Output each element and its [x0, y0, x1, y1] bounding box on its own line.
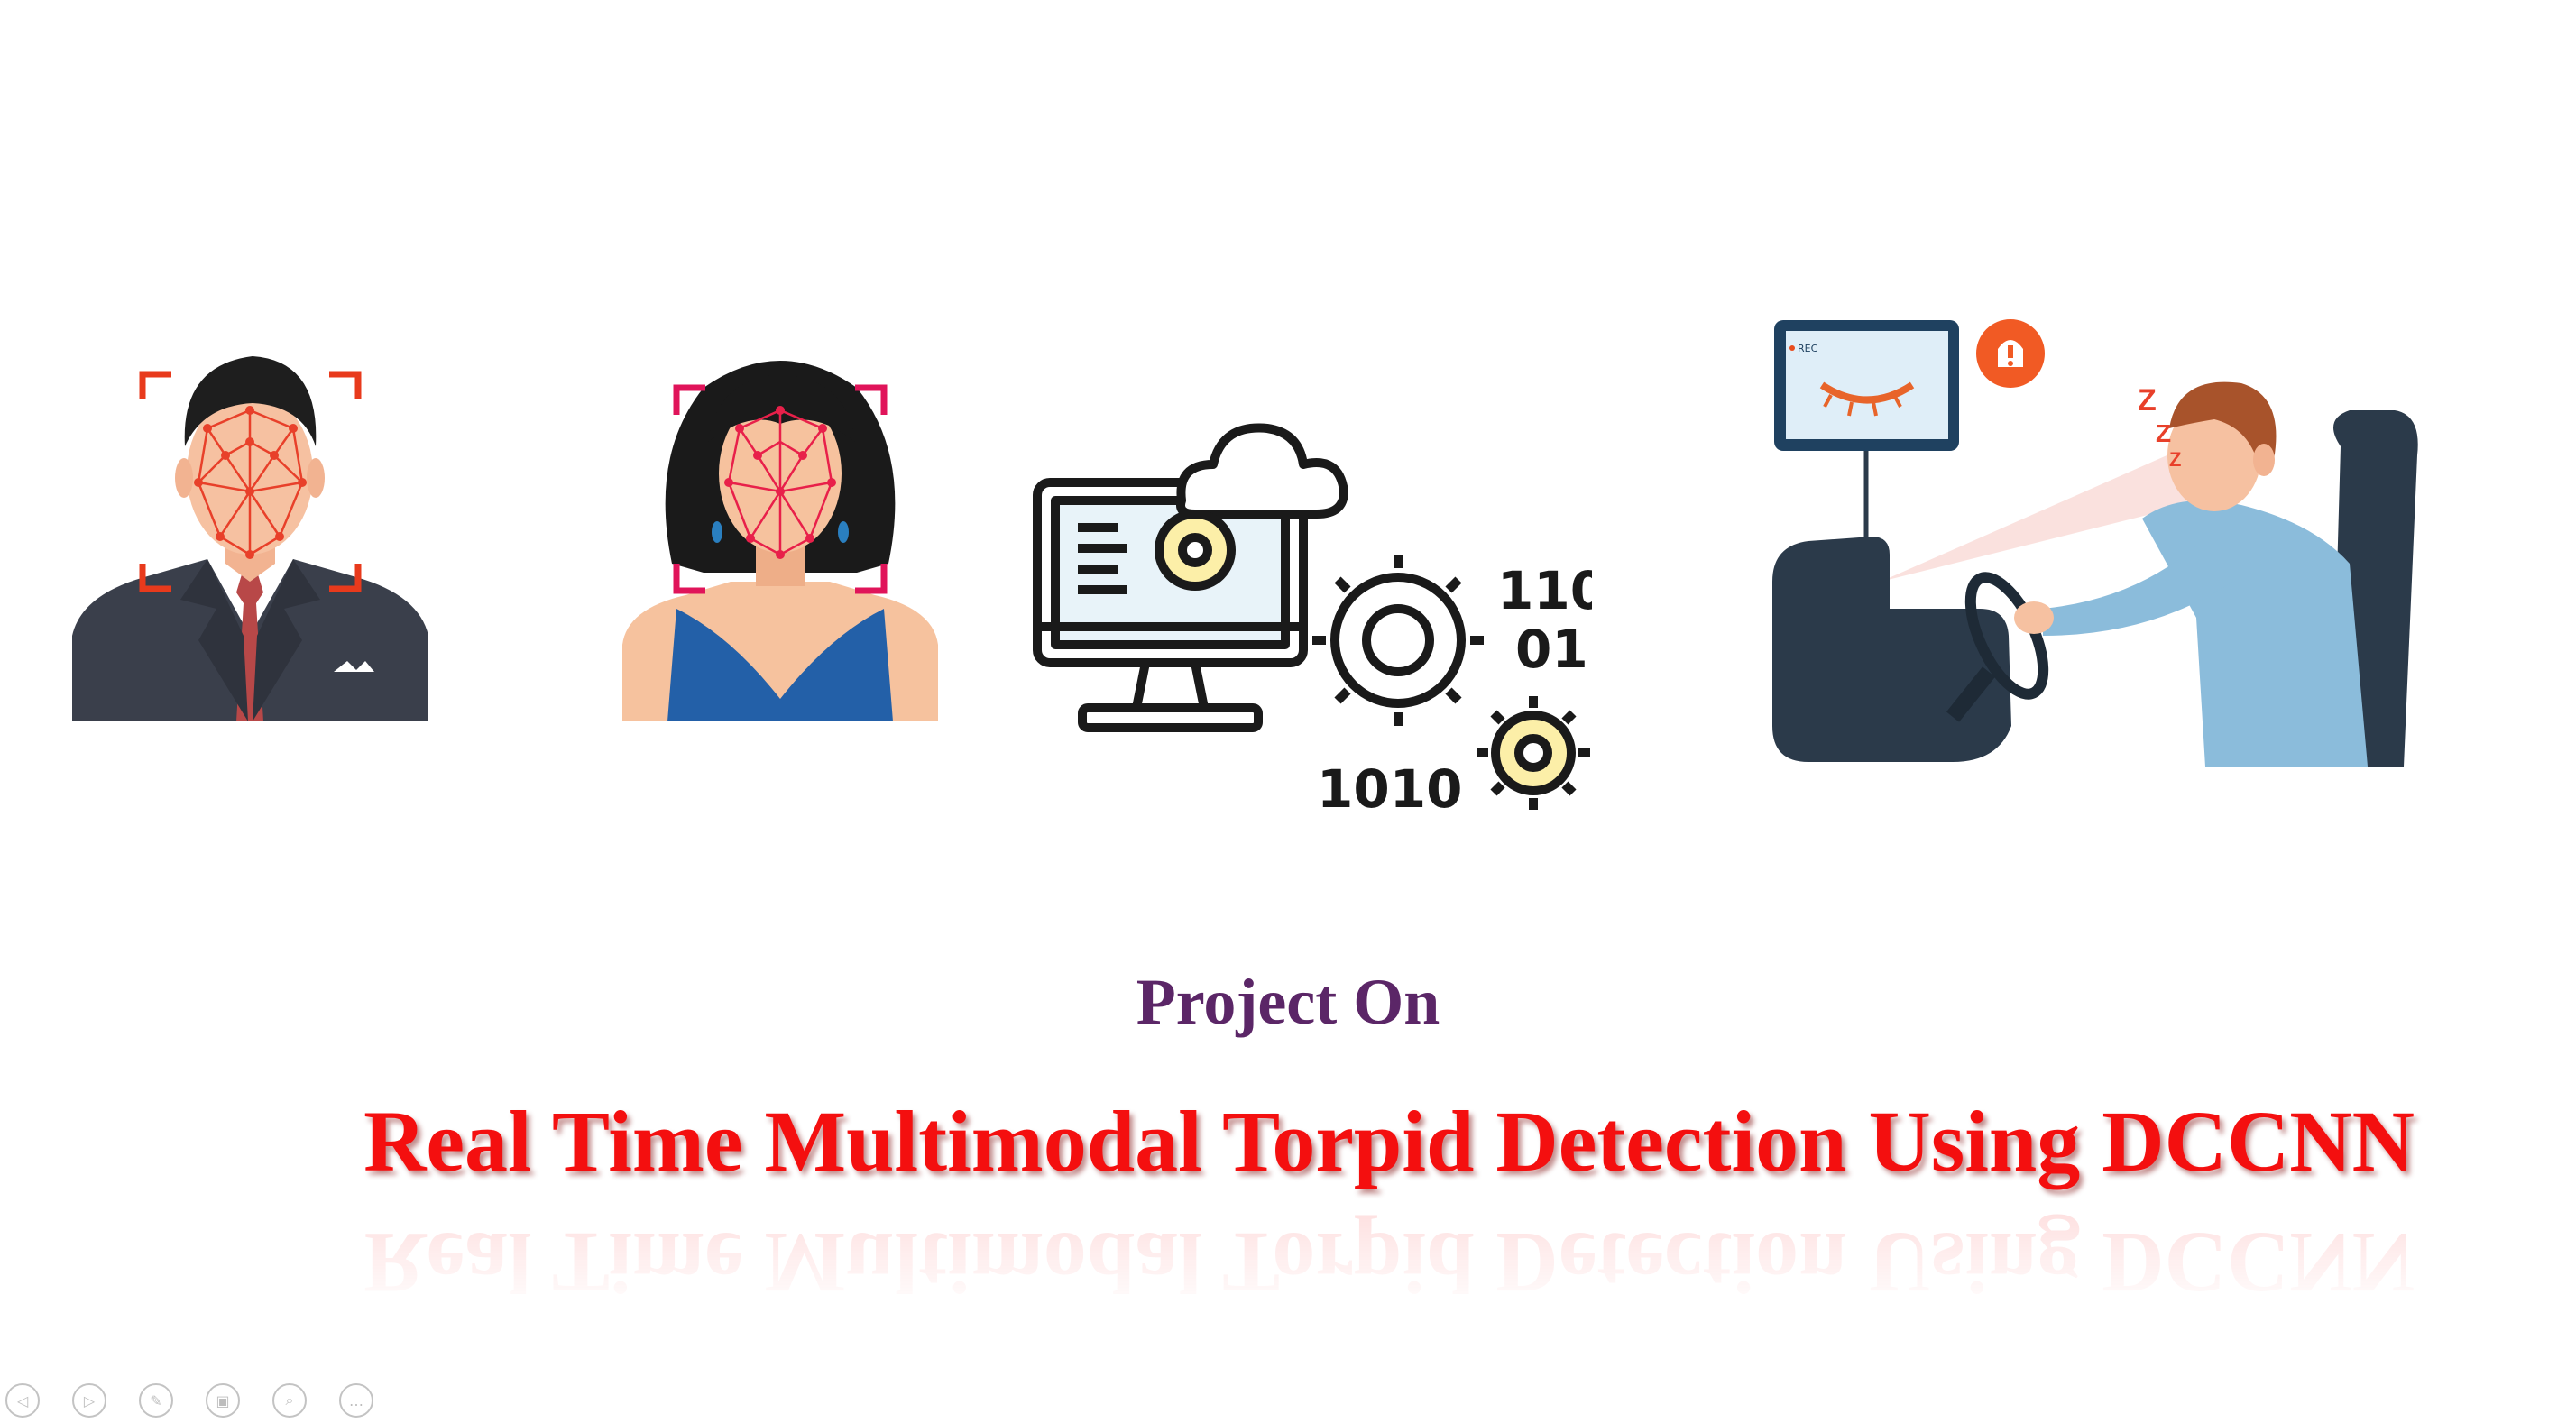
binary-top-label: 110: [1497, 560, 1592, 621]
face-detection-female-icon: [622, 361, 938, 721]
computer-gears-cloud-icon: 110 01 1010: [1033, 423, 1592, 820]
zoom-icon: ⌕: [285, 1391, 294, 1409]
sleep-z-medium: Z: [2156, 419, 2171, 447]
project-title: Real Time Multimodal Torpid Detection Us…: [363, 1093, 2415, 1189]
sleep-z-large: Z: [2138, 383, 2157, 418]
face-detection-male-icon: [72, 356, 428, 721]
pen-icon: ✎: [150, 1391, 162, 1409]
next-icon: ▷: [83, 1391, 96, 1409]
presenter-toolbar: ◁ ▷ ✎ ▣ ⌕ …: [5, 1383, 373, 1419]
next-slide-button[interactable]: ▷: [72, 1383, 106, 1418]
previous-slide-button[interactable]: ◁: [5, 1383, 40, 1418]
project-title-reflection: Real Time Multimodal Torpid Detection Us…: [363, 1215, 2415, 1311]
more-icon: …: [349, 1391, 363, 1409]
binary-bottom-label: 1010: [1317, 758, 1462, 820]
binary-middle-label: 01: [1515, 619, 1588, 680]
project-on-subtitle: Project On: [1136, 966, 1440, 1038]
drowsy-driver-alert-icon: REC Z Z Z: [1772, 319, 2418, 767]
pen-tool-button[interactable]: ✎: [139, 1383, 173, 1418]
slides-view-button[interactable]: ▣: [206, 1383, 240, 1418]
sleep-z-small: Z: [2169, 448, 2181, 471]
slides-icon: ▣: [216, 1391, 230, 1409]
more-options-button[interactable]: …: [339, 1383, 373, 1418]
rec-label: REC: [1798, 343, 1818, 354]
presentation-slide: 110 01 1010 REC Z Z Z Project On Real Ti…: [0, 0, 2576, 1423]
zoom-button[interactable]: ⌕: [272, 1383, 307, 1418]
prev-icon: ◁: [16, 1391, 29, 1409]
